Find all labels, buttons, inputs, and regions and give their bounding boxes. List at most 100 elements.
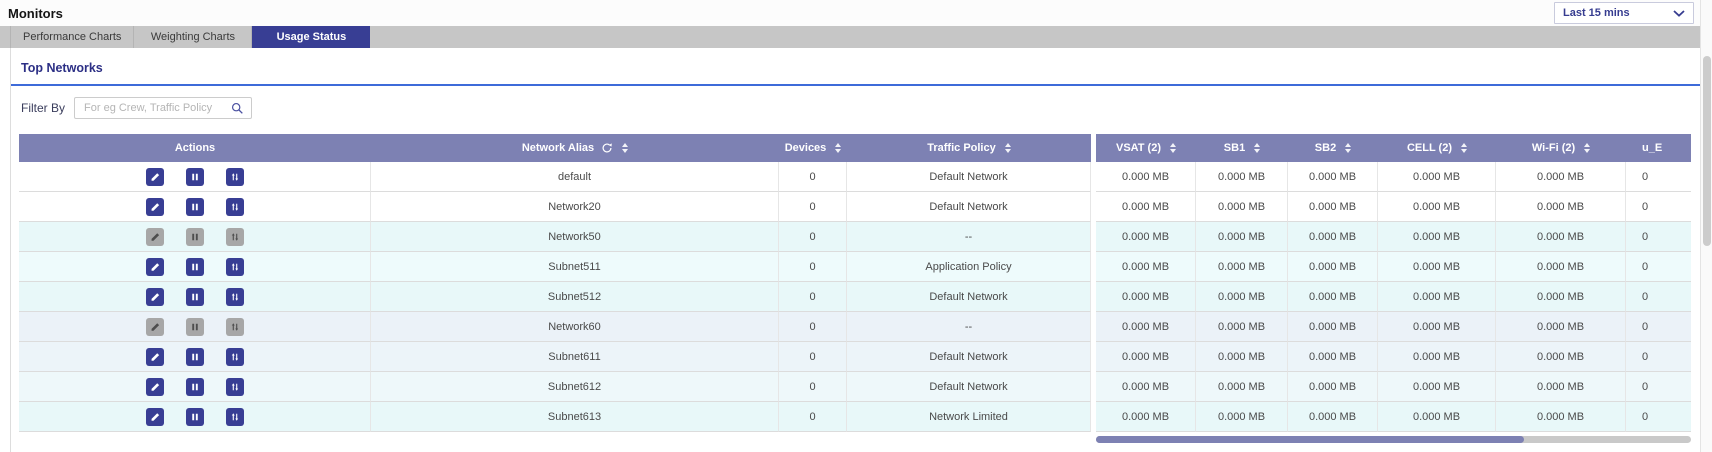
wifi-cell: 0.000 MB bbox=[1496, 342, 1626, 372]
sort-icon[interactable] bbox=[1170, 143, 1176, 153]
edit-icon bbox=[149, 381, 161, 393]
actions-cell bbox=[19, 342, 371, 372]
tab-label: Weighting Charts bbox=[151, 31, 235, 43]
tab-weighting-charts[interactable]: Weighting Charts bbox=[134, 26, 252, 48]
up-down-button[interactable] bbox=[226, 168, 244, 186]
sb2-cell: 0.000 MB bbox=[1288, 402, 1378, 432]
sb1-cell: 0.000 MB bbox=[1196, 162, 1288, 192]
sort-icon[interactable] bbox=[1005, 143, 1011, 153]
pause-button[interactable] bbox=[186, 348, 204, 366]
h-scrollbar-track[interactable] bbox=[1096, 436, 1691, 443]
vsat-cell: 0.000 MB bbox=[1096, 192, 1196, 222]
edit-button[interactable] bbox=[146, 198, 164, 216]
tab-performance-charts[interactable]: Performance Charts bbox=[10, 26, 134, 48]
up-down-button[interactable] bbox=[226, 348, 244, 366]
up-down-button[interactable] bbox=[226, 288, 244, 306]
table-row: default0Default Network0.000 MB0.000 MB0… bbox=[19, 162, 1691, 192]
pause-button[interactable] bbox=[186, 288, 204, 306]
column-header-sb2[interactable]: SB2 bbox=[1288, 134, 1378, 162]
column-label: VSAT (2) bbox=[1116, 142, 1161, 154]
vsat-cell: 0.000 MB bbox=[1096, 312, 1196, 342]
sort-desc-icon bbox=[1254, 149, 1260, 153]
v-scrollbar-thumb[interactable] bbox=[1703, 56, 1711, 246]
column-header-vsat[interactable]: VSAT (2) bbox=[1096, 134, 1196, 162]
time-range-select[interactable]: Last 15 mins bbox=[1554, 2, 1694, 24]
edit-button[interactable] bbox=[146, 318, 164, 336]
pause-button[interactable] bbox=[186, 198, 204, 216]
sb1-cell: 0.000 MB bbox=[1196, 222, 1288, 252]
sort-asc-icon bbox=[1584, 143, 1590, 147]
column-header-policy[interactable]: Traffic Policy bbox=[847, 134, 1091, 162]
column-header-cell[interactable]: CELL (2) bbox=[1378, 134, 1496, 162]
column-label: u_E bbox=[1642, 142, 1662, 154]
column-header-devices[interactable]: Devices bbox=[779, 134, 847, 162]
table-row: Subnet5120Default Network0.000 MB0.000 M… bbox=[19, 282, 1691, 312]
edit-button[interactable] bbox=[146, 288, 164, 306]
up-down-icon bbox=[229, 381, 241, 393]
v-scrollbar-track[interactable] bbox=[1700, 0, 1712, 452]
network-alias-cell: Subnet512 bbox=[371, 282, 779, 312]
tab-label: Performance Charts bbox=[23, 31, 121, 43]
tab-label: Usage Status bbox=[277, 31, 347, 43]
vsat-cell: 0.000 MB bbox=[1096, 252, 1196, 282]
up-down-button[interactable] bbox=[226, 378, 244, 396]
pause-button[interactable] bbox=[186, 228, 204, 246]
u_e-cell: 0 bbox=[1626, 282, 1691, 312]
pause-button[interactable] bbox=[186, 318, 204, 336]
table-row: Subnet6130Network Limited0.000 MB0.000 M… bbox=[19, 402, 1691, 432]
sb2-cell: 0.000 MB bbox=[1288, 222, 1378, 252]
sb2-cell: 0.000 MB bbox=[1288, 252, 1378, 282]
pause-button[interactable] bbox=[186, 378, 204, 396]
actions-cell bbox=[19, 162, 371, 192]
edit-button[interactable] bbox=[146, 258, 164, 276]
sb1-cell: 0.000 MB bbox=[1196, 312, 1288, 342]
sort-icon[interactable] bbox=[1345, 143, 1351, 153]
column-header-sb1[interactable]: SB1 bbox=[1196, 134, 1288, 162]
vsat-cell: 0.000 MB bbox=[1096, 342, 1196, 372]
filter-input[interactable] bbox=[82, 101, 227, 115]
table-body: default0Default Network0.000 MB0.000 MB0… bbox=[19, 162, 1691, 432]
up-down-button[interactable] bbox=[226, 258, 244, 276]
sort-icon[interactable] bbox=[1254, 143, 1260, 153]
edit-icon bbox=[149, 171, 161, 183]
network-alias-cell: Subnet613 bbox=[371, 402, 779, 432]
up-down-button[interactable] bbox=[226, 198, 244, 216]
vsat-cell: 0.000 MB bbox=[1096, 282, 1196, 312]
up-down-button[interactable] bbox=[226, 408, 244, 426]
sort-icon[interactable] bbox=[622, 143, 628, 153]
content-panel: Top Networks Filter By ActionsNetwork Al… bbox=[10, 48, 1712, 452]
filter-input-wrap bbox=[74, 97, 252, 119]
u_e-cell: 0 bbox=[1626, 192, 1691, 222]
cell-cell: 0.000 MB bbox=[1378, 342, 1496, 372]
table-row: Network200Default Network0.000 MB0.000 M… bbox=[19, 192, 1691, 222]
pause-button[interactable] bbox=[186, 258, 204, 276]
edit-icon bbox=[149, 231, 161, 243]
h-scrollbar-thumb[interactable] bbox=[1096, 436, 1524, 443]
actions-cell bbox=[19, 282, 371, 312]
edit-button[interactable] bbox=[146, 378, 164, 396]
pause-button[interactable] bbox=[186, 168, 204, 186]
tab-usage-status[interactable]: Usage Status bbox=[252, 26, 370, 48]
sort-icon[interactable] bbox=[1461, 143, 1467, 153]
up-down-button[interactable] bbox=[226, 228, 244, 246]
pause-button[interactable] bbox=[186, 408, 204, 426]
sort-desc-icon bbox=[1584, 149, 1590, 153]
panel-title-rule bbox=[11, 84, 1700, 86]
refresh-icon[interactable] bbox=[601, 142, 613, 154]
edit-button[interactable] bbox=[146, 168, 164, 186]
edit-button[interactable] bbox=[146, 408, 164, 426]
sort-icon[interactable] bbox=[1584, 143, 1590, 153]
column-header-wifi[interactable]: Wi-Fi (2) bbox=[1496, 134, 1626, 162]
column-header-alias[interactable]: Network Alias bbox=[371, 134, 779, 162]
wifi-cell: 0.000 MB bbox=[1496, 372, 1626, 402]
up-down-button[interactable] bbox=[226, 318, 244, 336]
network-alias-cell: default bbox=[371, 162, 779, 192]
panel-title: Top Networks bbox=[21, 61, 1712, 75]
network-alias-cell: Subnet612 bbox=[371, 372, 779, 402]
sort-icon[interactable] bbox=[835, 143, 841, 153]
wifi-cell: 0.000 MB bbox=[1496, 162, 1626, 192]
search-icon[interactable] bbox=[231, 102, 244, 115]
edit-button[interactable] bbox=[146, 348, 164, 366]
sb1-cell: 0.000 MB bbox=[1196, 192, 1288, 222]
edit-button[interactable] bbox=[146, 228, 164, 246]
